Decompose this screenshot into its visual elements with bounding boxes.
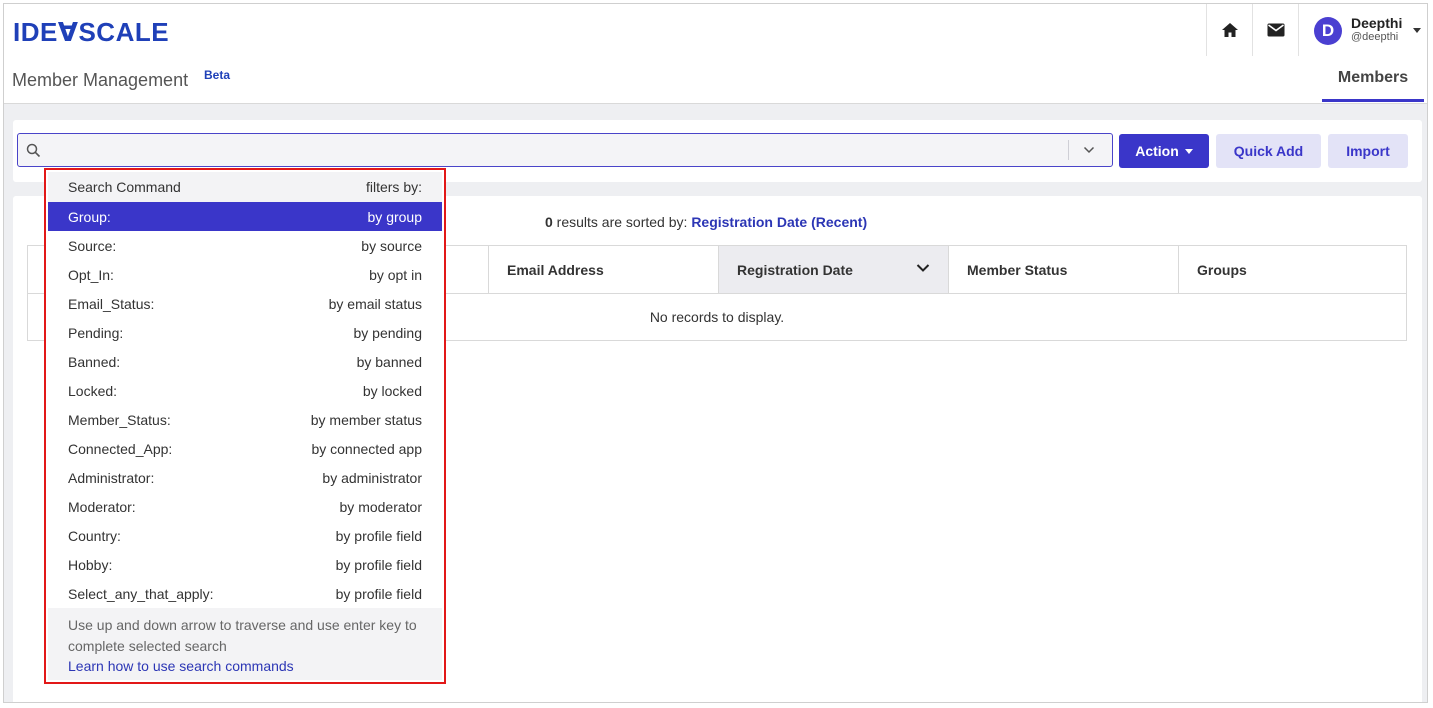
dropdown-item-banned[interactable]: Banned: by banned bbox=[48, 347, 442, 376]
command-desc: by administrator bbox=[322, 469, 422, 486]
sort-summary-text: results are sorted by: bbox=[552, 214, 692, 230]
user-menu[interactable]: D Deepthi @deepthi bbox=[1298, 4, 1427, 56]
app-window: IDEⱯSCALE D Deepthi @deepthi Member Mana… bbox=[3, 3, 1428, 703]
command-label: Group: bbox=[68, 208, 111, 225]
command-label: Source: bbox=[68, 237, 117, 254]
dropdown-item-country[interactable]: Country: by profile field bbox=[48, 521, 442, 550]
command-label: Country: bbox=[68, 527, 121, 544]
dropdown-item-moderator[interactable]: Moderator: by moderator bbox=[48, 492, 442, 521]
chevron-down-icon bbox=[916, 264, 930, 272]
chevron-down-icon[interactable] bbox=[1083, 146, 1095, 154]
dropdown-item-locked[interactable]: Locked: by locked bbox=[48, 376, 442, 405]
user-handle: @deepthi bbox=[1351, 31, 1399, 43]
top-navbar: IDEⱯSCALE D Deepthi @deepthi bbox=[4, 4, 1427, 57]
messages-button[interactable] bbox=[1252, 4, 1299, 56]
dropdown-help: Use up and down arrow to traverse and us… bbox=[48, 608, 442, 680]
import-button[interactable]: Import bbox=[1328, 134, 1408, 168]
action-button[interactable]: Action bbox=[1119, 134, 1209, 168]
command-label: Locked: bbox=[68, 382, 118, 399]
page-header: Member Management Beta Members bbox=[4, 56, 1427, 104]
dropdown-item-opt-in[interactable]: Opt_In: by opt in bbox=[48, 260, 442, 289]
home-button[interactable] bbox=[1206, 4, 1253, 56]
column-header-member-status[interactable]: Member Status bbox=[948, 246, 1178, 293]
command-label: Member_Status: bbox=[68, 411, 171, 428]
column-header-groups[interactable]: Groups bbox=[1178, 246, 1406, 293]
dropdown-header: Search Command filters by: bbox=[48, 172, 442, 202]
search-command-dropdown: Search Command filters by: Group: by grou… bbox=[44, 168, 446, 684]
command-desc: by group bbox=[367, 208, 422, 225]
dropdown-item-select-any-that-apply[interactable]: Select_any_that_apply: by profile field bbox=[48, 579, 442, 608]
command-desc: by member status bbox=[310, 411, 422, 428]
command-desc: by pending bbox=[353, 324, 422, 341]
dropdown-header-right: filters by: bbox=[365, 179, 422, 195]
dropdown-item-email-status[interactable]: Email_Status: by email status bbox=[48, 289, 442, 318]
dropdown-header-left: Search Command bbox=[68, 179, 181, 195]
sort-summary: 0 results are sorted by: Registration Da… bbox=[545, 214, 867, 230]
home-icon bbox=[1222, 23, 1238, 37]
command-label: Moderator: bbox=[68, 498, 136, 515]
command-label: Banned: bbox=[68, 353, 121, 370]
command-desc: by email status bbox=[328, 295, 422, 312]
dropdown-item-group[interactable]: Group: by group bbox=[48, 202, 442, 231]
command-desc: by banned bbox=[356, 353, 422, 370]
ideascale-logo[interactable]: IDEⱯSCALE bbox=[13, 17, 169, 48]
command-desc: by profile field bbox=[335, 556, 422, 573]
command-desc: by moderator bbox=[339, 498, 422, 515]
beta-badge: Beta bbox=[204, 68, 231, 82]
command-desc: by source bbox=[361, 237, 422, 254]
caret-down-icon bbox=[1184, 148, 1193, 154]
help-text: Use up and down arrow to traverse and us… bbox=[68, 617, 417, 654]
command-label: Administrator: bbox=[68, 469, 155, 486]
command-label: Connected_App: bbox=[68, 440, 173, 457]
result-count: 0 bbox=[545, 214, 553, 230]
tab-members[interactable]: Members bbox=[1322, 56, 1424, 102]
command-desc: by profile field bbox=[335, 527, 422, 544]
column-header-registration-date[interactable]: Registration Date bbox=[718, 246, 948, 293]
dropdown-item-member-status[interactable]: Member_Status: by member status bbox=[48, 405, 442, 434]
quick-add-button[interactable]: Quick Add bbox=[1216, 134, 1321, 168]
dropdown-item-source[interactable]: Source: by source bbox=[48, 231, 442, 260]
command-label: Select_any_that_apply: bbox=[68, 585, 214, 602]
avatar: D bbox=[1314, 17, 1342, 45]
command-desc: by connected app bbox=[311, 440, 422, 457]
command-desc: by profile field bbox=[335, 585, 422, 602]
command-label: Email_Status: bbox=[68, 295, 155, 312]
sort-field-link[interactable]: Registration Date (Recent) bbox=[691, 214, 867, 230]
search-divider bbox=[1068, 140, 1069, 160]
command-desc: by opt in bbox=[369, 266, 422, 283]
column-header-label: Registration Date bbox=[737, 261, 853, 278]
caret-down-icon bbox=[1413, 28, 1421, 33]
page-title: Member Management bbox=[12, 70, 189, 90]
command-label: Hobby: bbox=[68, 556, 113, 573]
dropdown-item-administrator[interactable]: Administrator: by administrator bbox=[48, 463, 442, 492]
search-icon bbox=[26, 143, 41, 158]
envelope-icon bbox=[1267, 23, 1285, 37]
action-button-label: Action bbox=[1135, 143, 1179, 159]
command-desc: by locked bbox=[362, 382, 422, 399]
command-label: Opt_In: bbox=[68, 266, 114, 283]
column-header-email[interactable]: Email Address bbox=[488, 246, 718, 293]
dropdown-item-pending[interactable]: Pending: by pending bbox=[48, 318, 442, 347]
help-link[interactable]: Learn how to use search commands bbox=[68, 657, 422, 676]
dropdown-item-connected-app[interactable]: Connected_App: by connected app bbox=[48, 434, 442, 463]
user-name: Deepthi bbox=[1351, 15, 1403, 31]
dropdown-item-hobby[interactable]: Hobby: by profile field bbox=[48, 550, 442, 579]
search-input[interactable] bbox=[17, 133, 1113, 167]
command-label: Pending: bbox=[68, 324, 124, 341]
